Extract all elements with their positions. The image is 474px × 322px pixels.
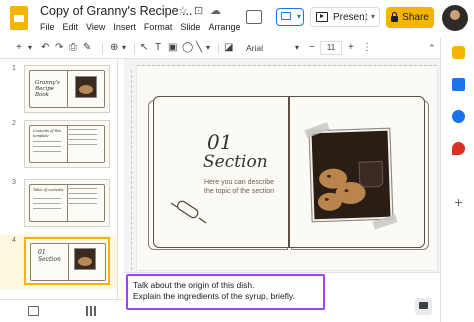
notes-line-2: Explain the ingredients of the syrup, br… [133, 291, 295, 301]
thumbnail-lines [67, 129, 97, 149]
undo-icon[interactable]: ↶ [41, 38, 49, 58]
thumbnail-lines [33, 198, 61, 213]
thumbnail-title: 01 Section [38, 249, 61, 263]
paint-format-icon[interactable]: ✎ [83, 38, 91, 58]
section-title[interactable]: Section [203, 152, 268, 172]
calendar-icon[interactable] [452, 78, 465, 91]
user-avatar[interactable] [442, 5, 468, 31]
font-size-input[interactable]: 11 [320, 41, 342, 55]
menu-view[interactable]: View [86, 22, 105, 32]
grid-view-icon[interactable] [86, 306, 97, 316]
cookies-photo[interactable] [309, 128, 393, 222]
thumbnail-photo [74, 248, 96, 270]
new-slide-chevron-icon[interactable]: ▾ [28, 38, 32, 58]
slides-app: Copy of Granny's Recipe ... ☆ ⊡ ☁ File E… [0, 0, 474, 322]
present-mode-button[interactable]: ▾ [276, 8, 304, 26]
chevron-down-icon: ▾ [296, 12, 301, 21]
toolbar-divider [218, 43, 219, 54]
present-options-chevron-icon[interactable]: ▾ [371, 12, 375, 21]
thumbnail-lines [67, 188, 97, 208]
maps-icon[interactable] [452, 142, 465, 155]
toolbar: + ▾ ↶ ↷ ⎙ ✎ ⊕ ▾ ↖ T ▣ ◯ ╲ ▾ ◪ Arial ▾ − … [0, 38, 440, 58]
side-panel: + [440, 38, 474, 322]
rolling-pin-icon [170, 200, 207, 224]
section-description[interactable]: Here you can describe the topic of the s… [204, 178, 284, 196]
lock-icon [391, 11, 399, 22]
decrease-font-icon[interactable]: − [309, 38, 315, 58]
fill-color-icon[interactable]: ◪ [224, 38, 233, 58]
thumbnail-title: Contents of this template [33, 129, 62, 138]
present-screen-icon [281, 12, 291, 20]
text-box-icon[interactable]: T [155, 38, 161, 58]
more-options-icon[interactable]: ⋮ [362, 38, 372, 58]
tasks-icon[interactable] [452, 110, 465, 123]
comments-icon[interactable] [246, 10, 262, 24]
image-icon[interactable]: ▣ [168, 38, 177, 58]
print-icon[interactable]: ⎙ [69, 38, 77, 58]
slide-thumbnail[interactable]: Granny's Recipe Book [24, 65, 110, 113]
line-icon[interactable]: ╲ [196, 38, 202, 58]
share-label: Share [402, 12, 429, 23]
coffee-cup-shape [358, 160, 384, 188]
menu-file[interactable]: File [40, 22, 55, 32]
open-book-illustration: 01 Section Here you can describe the top… [145, 90, 429, 250]
share-button[interactable]: Share [386, 7, 434, 28]
move-folder-icon[interactable]: ⊡ [194, 4, 203, 17]
menu-bar: File Edit View Insert Format Slide Arran… [40, 22, 240, 32]
new-slide-icon[interactable]: + [16, 38, 22, 58]
slide-thumbnail-row[interactable]: 1 Granny's Recipe Book [0, 63, 117, 117]
explore-icon[interactable] [415, 298, 432, 315]
line-chevron-icon[interactable]: ▾ [206, 38, 210, 58]
slide-number: 1 [12, 65, 16, 72]
thumbnail-title: Granny's Recipe Book [35, 80, 60, 98]
slides-logo-icon[interactable] [10, 6, 28, 30]
cookie-shape [317, 192, 343, 212]
slide-thumbnail[interactable]: Table of contents [24, 179, 110, 227]
menu-slide[interactable]: Slide [180, 22, 200, 32]
present-divider [365, 10, 366, 24]
menu-arrange[interactable]: Arrange [208, 22, 240, 32]
increase-font-icon[interactable]: + [348, 38, 354, 58]
slide-number: 4 [12, 237, 16, 244]
present-button[interactable]: Present ▾ [310, 7, 380, 27]
select-icon[interactable]: ↖ [140, 38, 148, 58]
redo-icon[interactable]: ↷ [55, 38, 63, 58]
speaker-notes-text[interactable]: Talk about the origin of this dish. Expl… [133, 280, 295, 302]
document-title[interactable]: Copy of Granny's Recipe ... [40, 4, 192, 18]
zoom-icon[interactable]: ⊕ [110, 38, 118, 58]
slide-filmstrip: 1 Granny's Recipe Book 2 Contents of thi… [0, 59, 118, 299]
filmstrip-view-icon[interactable] [28, 306, 39, 316]
zoom-chevron-icon[interactable]: ▾ [122, 38, 126, 58]
add-on-plus-icon[interactable]: + [452, 195, 465, 209]
star-icon[interactable]: ☆ [178, 4, 188, 17]
slide-thumbnail-row[interactable]: 3 Table of contents [0, 177, 117, 231]
play-icon [316, 12, 328, 22]
menu-insert[interactable]: Insert [113, 22, 136, 32]
present-label: Present [333, 11, 368, 23]
slide-thumbnail-selected[interactable]: 01 Section [24, 237, 110, 285]
notes-line-1: Talk about the origin of this dish. [133, 280, 255, 290]
menu-format[interactable]: Format [144, 22, 173, 32]
slide-thumbnail[interactable]: Contents of this template [24, 120, 110, 168]
toolbar-divider [102, 43, 103, 54]
keep-icon[interactable] [452, 46, 465, 59]
filmstrip-footer [0, 299, 123, 322]
thumbnail-title: Table of contents [33, 188, 64, 192]
slide-number: 2 [12, 120, 16, 127]
shape-icon[interactable]: ◯ [182, 38, 193, 58]
section-number[interactable]: 01 [207, 130, 232, 154]
toolbar-divider [134, 43, 135, 54]
font-chevron-icon[interactable]: ▾ [295, 38, 299, 58]
collapse-toolbar-icon[interactable]: ⌃ [428, 38, 436, 58]
thumbnail-lines [33, 141, 61, 156]
slide-canvas[interactable]: 01 Section Here you can describe the top… [137, 66, 437, 270]
slide-number: 3 [12, 179, 16, 186]
slide-thumbnail-row-selected[interactable]: 4 01 Section [0, 235, 117, 289]
thumbnail-photo [75, 76, 97, 98]
guide-left [126, 70, 132, 270]
header-bar: Copy of Granny's Recipe ... ☆ ⊡ ☁ File E… [0, 0, 474, 38]
cloud-saved-icon[interactable]: ☁ [210, 4, 221, 17]
menu-edit[interactable]: Edit [63, 22, 79, 32]
slide-thumbnail-row[interactable]: 2 Contents of this template [0, 118, 117, 172]
